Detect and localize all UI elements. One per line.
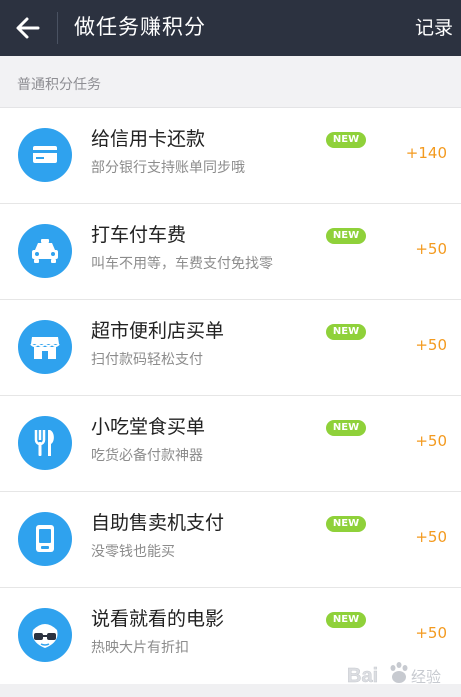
task-item-credit-card[interactable]: 给信用卡还款 部分银行支持账单同步哦 NEW +140 <box>0 108 461 204</box>
fork-knife-icon <box>18 416 72 470</box>
record-button[interactable]: 记录 <box>415 14 453 42</box>
movie-glasses-icon <box>18 608 72 662</box>
section-header: 普通积分任务 <box>0 56 461 108</box>
task-title: 小吃堂食买单 <box>91 416 206 438</box>
task-points: +50 <box>415 336 447 354</box>
new-badge: NEW <box>326 324 366 340</box>
taxi-icon <box>18 224 72 278</box>
new-badge: NEW <box>326 132 366 148</box>
task-list: 给信用卡还款 部分银行支持账单同步哦 NEW +140 打车付车费 叫车不用等，… <box>0 108 461 684</box>
page-title: 做任务赚积分 <box>74 15 206 39</box>
svg-text:Bai: Bai <box>347 665 378 687</box>
task-subtitle: 扫付款码轻松支付 <box>91 352 203 368</box>
vending-machine-icon <box>18 512 72 566</box>
task-item-taxi[interactable]: 打车付车费 叫车不用等，车费支付免找零 NEW +50 <box>0 204 461 300</box>
back-arrow-icon[interactable] <box>10 10 46 46</box>
task-item-snack[interactable]: 小吃堂食买单 吃货必备付款神器 NEW +50 <box>0 396 461 492</box>
task-item-store[interactable]: 超市便利店买单 扫付款码轻松支付 NEW +50 <box>0 300 461 396</box>
task-points: +50 <box>415 240 447 258</box>
credit-card-icon <box>18 128 72 182</box>
task-title: 自助售卖机支付 <box>91 512 225 534</box>
header-divider <box>57 12 58 44</box>
new-badge: NEW <box>326 612 366 628</box>
new-badge: NEW <box>326 516 366 532</box>
task-subtitle: 部分银行支持账单同步哦 <box>91 160 245 176</box>
task-title: 超市便利店买单 <box>91 320 225 342</box>
task-title: 说看就看的电影 <box>91 608 225 630</box>
baidu-watermark-logo: Bai 经验 <box>347 662 441 687</box>
new-badge: NEW <box>326 228 366 244</box>
task-subtitle: 没零钱也能买 <box>91 544 175 560</box>
svg-text:经验: 经验 <box>411 668 441 686</box>
section-title: 普通积分任务 <box>17 77 101 93</box>
task-subtitle: 叫车不用等，车费支付免找零 <box>91 256 273 272</box>
task-item-vending[interactable]: 自助售卖机支付 没零钱也能买 NEW +50 <box>0 492 461 588</box>
task-points: +50 <box>415 432 447 450</box>
task-title: 给信用卡还款 <box>91 128 206 150</box>
top-bar: 做任务赚积分 记录 <box>0 0 461 56</box>
task-title: 打车付车费 <box>91 224 187 246</box>
store-icon <box>18 320 72 374</box>
task-points: +50 <box>415 528 447 546</box>
task-points: +50 <box>415 624 447 642</box>
task-subtitle: 热映大片有折扣 <box>91 640 189 656</box>
new-badge: NEW <box>326 420 366 436</box>
task-points: +140 <box>405 144 447 162</box>
task-subtitle: 吃货必备付款神器 <box>91 448 203 464</box>
